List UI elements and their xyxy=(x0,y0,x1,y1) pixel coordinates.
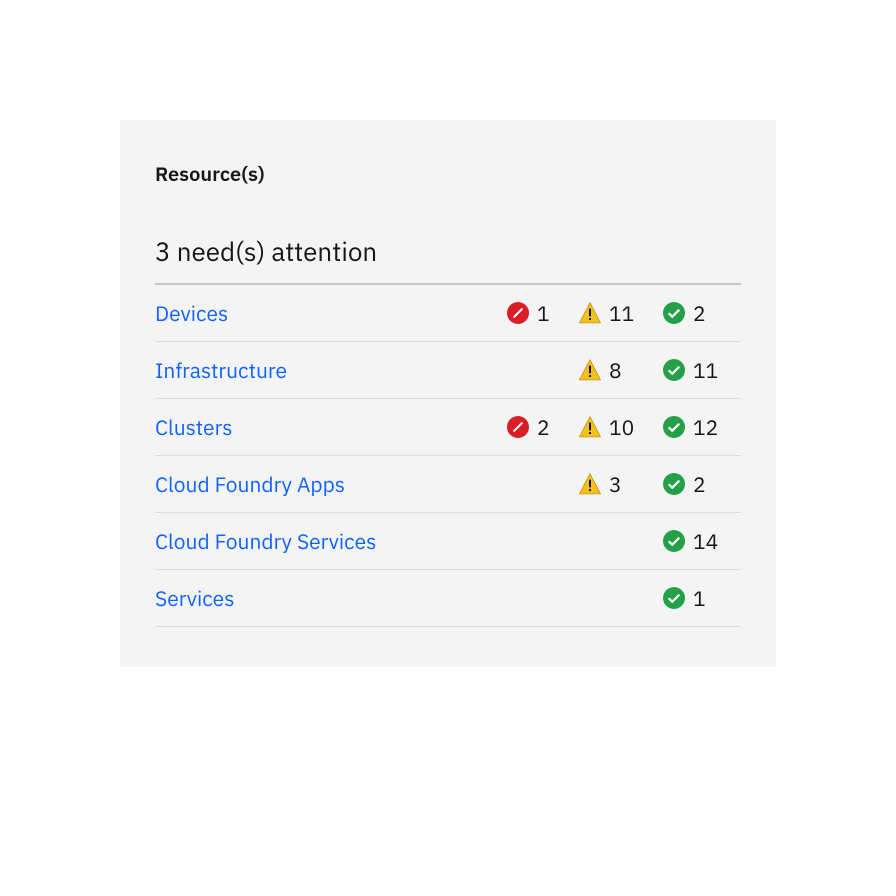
warning-icon xyxy=(579,359,601,381)
success-count: 2 xyxy=(693,470,706,498)
error-icon xyxy=(507,416,529,438)
success-status: 2 xyxy=(663,299,741,327)
success-count: 1 xyxy=(693,584,706,612)
resource-link-devices[interactable]: Devices xyxy=(155,299,507,327)
panel-title: Resource(s) xyxy=(155,160,741,187)
error-status: 2 xyxy=(507,413,579,441)
success-icon xyxy=(663,302,685,324)
warning-count: 3 xyxy=(609,470,622,498)
success-icon xyxy=(663,473,685,495)
table-row: Services 1 xyxy=(155,570,741,627)
warning-icon xyxy=(579,416,601,438)
success-count: 11 xyxy=(693,356,718,384)
resource-link-services[interactable]: Services xyxy=(155,584,507,612)
success-status: 2 xyxy=(663,470,741,498)
success-count: 2 xyxy=(693,299,706,327)
table-row: Cloud Foundry Apps 3 2 xyxy=(155,456,741,513)
warning-icon xyxy=(579,302,601,324)
error-count: 1 xyxy=(537,299,550,327)
success-icon xyxy=(663,530,685,552)
error-status: 1 xyxy=(507,299,579,327)
table-row: Devices 1 11 2 xyxy=(155,285,741,342)
warning-count: 10 xyxy=(609,413,634,441)
success-status: 11 xyxy=(663,356,741,384)
success-status: 14 xyxy=(663,527,741,555)
table-row: Cloud Foundry Services 14 xyxy=(155,513,741,570)
table-row: Clusters 2 10 12 xyxy=(155,399,741,456)
warning-count: 11 xyxy=(609,299,634,327)
resource-table: Devices 1 11 2 Infrastructure 8 xyxy=(155,283,741,627)
warning-status: 8 xyxy=(579,356,663,384)
warning-status: 3 xyxy=(579,470,663,498)
attention-text: 3 need(s) attention xyxy=(155,235,741,269)
warning-status: 11 xyxy=(579,299,663,327)
resource-link-infrastructure[interactable]: Infrastructure xyxy=(155,356,507,384)
error-count: 2 xyxy=(537,413,550,441)
warning-status: 10 xyxy=(579,413,663,441)
resource-link-cf-apps[interactable]: Cloud Foundry Apps xyxy=(155,470,507,498)
resource-panel: Resource(s) 3 need(s) attention Devices … xyxy=(120,120,776,667)
success-count: 12 xyxy=(693,413,718,441)
error-icon xyxy=(507,302,529,324)
success-status: 1 xyxy=(663,584,741,612)
success-count: 14 xyxy=(693,527,718,555)
warning-count: 8 xyxy=(609,356,622,384)
success-status: 12 xyxy=(663,413,741,441)
table-row: Infrastructure 8 11 xyxy=(155,342,741,399)
resource-link-clusters[interactable]: Clusters xyxy=(155,413,507,441)
resource-link-cf-services[interactable]: Cloud Foundry Services xyxy=(155,527,507,555)
warning-icon xyxy=(579,473,601,495)
success-icon xyxy=(663,416,685,438)
success-icon xyxy=(663,587,685,609)
success-icon xyxy=(663,359,685,381)
